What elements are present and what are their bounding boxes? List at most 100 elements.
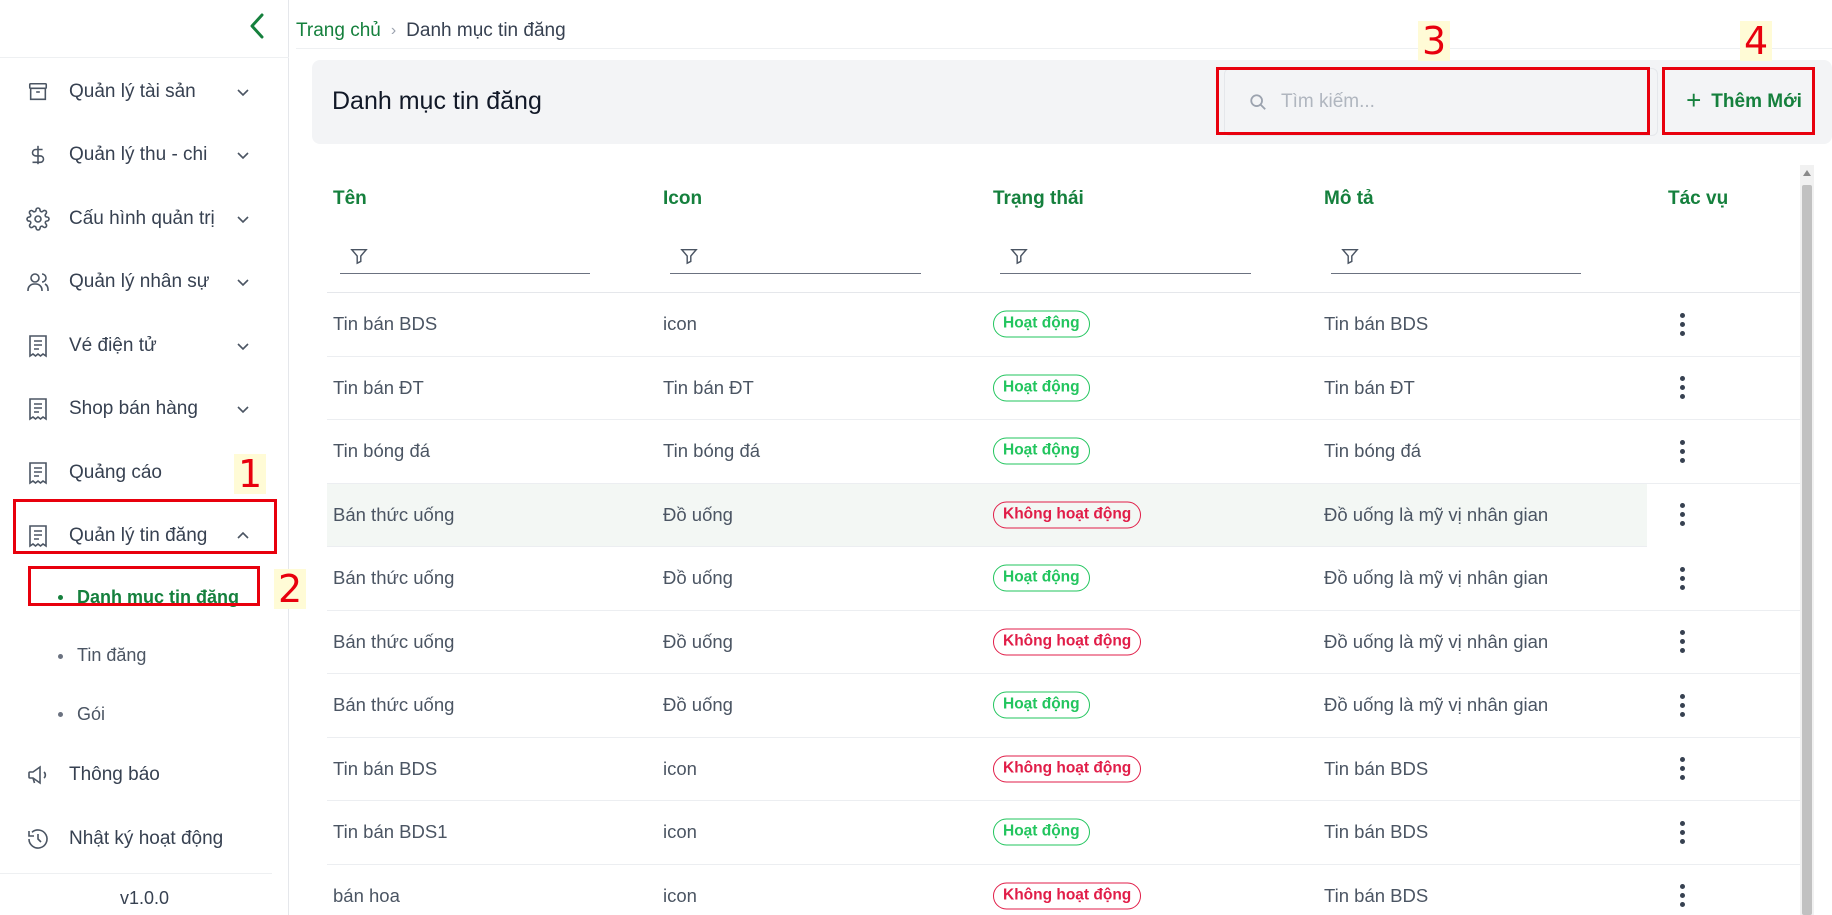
row-actions-button[interactable] — [1667, 368, 1697, 408]
table-row[interactable]: Bán thức uống Đồ uống Hoạt động Đồ uống là … — [327, 674, 1800, 738]
cell-description: Tin bán BDS — [1324, 757, 1429, 779]
column-header-status[interactable]: Trạng thái — [993, 188, 1084, 210]
megaphone-icon — [26, 763, 50, 787]
table-row[interactable]: Bán thức uống Đồ uống Hoạt động Đồ uống là … — [327, 547, 1800, 611]
sidebar-subitem-packages[interactable]: Gói — [0, 685, 289, 744]
sidebar-item-admin-config[interactable]: Cấu hình quản trị — [0, 187, 289, 251]
breadcrumb: Trang chủ › Danh mục tin đăng — [296, 20, 566, 42]
status-badge: Hoạt động — [993, 818, 1090, 846]
table-header: Tên Icon Trạng thái Mô tả Tác vụ — [327, 160, 1800, 293]
sidebar-item-label: Quản lý thu - chi — [69, 144, 208, 166]
divider — [0, 873, 272, 874]
cell-description: Tin bóng đá — [1324, 440, 1422, 462]
sidebar-subitem-posts[interactable]: Tin đăng — [0, 627, 289, 686]
row-actions-button[interactable] — [1667, 558, 1697, 598]
column-header-description[interactable]: Mô tả — [1324, 188, 1374, 210]
table-row[interactable]: Tin bán BDS1 icon Hoạt động Tin bán BDS — [327, 801, 1800, 865]
table-row[interactable]: Bán thức uống Đồ uống Không hoạt động Đồ uố… — [327, 483, 1685, 547]
collapse-sidebar-button[interactable] — [242, 10, 272, 42]
sidebar-subitem-label: Tin đăng — [77, 645, 147, 666]
more-vertical-icon — [1679, 312, 1685, 336]
sidebar-item-hr[interactable]: Quản lý nhân sự — [0, 251, 289, 315]
chevron-down-icon — [237, 216, 249, 223]
more-vertical-icon — [1679, 630, 1685, 654]
cell-description: Tin bán BDS — [1324, 313, 1429, 335]
status-badge: Hoạt động — [993, 374, 1090, 402]
sidebar-subitem-label: Danh mục tin đăng — [77, 586, 239, 607]
table-row[interactable]: Tin bóng đá Tin bóng đá Hoạt động Tin bóng … — [327, 420, 1800, 484]
sidebar-item-shop[interactable]: Shop bán hàng — [0, 378, 289, 442]
receipt-icon — [26, 524, 50, 548]
add-new-button[interactable]: + Thêm Mới — [1674, 72, 1814, 132]
cell-status: Không hoạt động — [993, 501, 1142, 529]
cell-status: Hoạt động — [993, 437, 1090, 465]
status-badge: Không hoạt động — [993, 882, 1142, 910]
table-row[interactable]: Bán thức uống Đồ uống Không hoạt động Đồ uố… — [327, 611, 1800, 674]
cell-name: Bán thức uống — [333, 503, 455, 525]
breadcrumb-current: Danh mục tin đăng — [406, 20, 566, 41]
cell-status: Không hoạt động — [993, 755, 1142, 783]
sidebar-item-finance[interactable]: Quản lý thu - chi — [0, 124, 289, 188]
cell-icon: Đồ uống — [663, 694, 733, 716]
row-actions-button[interactable] — [1667, 495, 1697, 535]
annotation-label-4: 4 — [1740, 21, 1773, 61]
receipt-icon — [26, 334, 50, 358]
sidebar-subitem-category[interactable]: Danh mục tin đăng — [0, 568, 289, 627]
page-header: Danh mục tin đăng + Thêm Mới — [312, 60, 1832, 144]
scrollbar-thumb[interactable] — [1802, 185, 1812, 915]
filter-icon-column[interactable] — [670, 238, 921, 274]
filter-description[interactable] — [1331, 238, 1581, 274]
users-icon — [26, 270, 50, 294]
table-row[interactable]: Tin bán ĐT Tin bán ĐT Hoạt động Tin bán ĐT — [327, 357, 1800, 420]
column-header-icon[interactable]: Icon — [663, 188, 702, 210]
table-row[interactable]: Tin bán BDS icon Không hoạt động Tin bán BD… — [327, 738, 1800, 801]
cell-icon: icon — [663, 884, 697, 906]
cell-status: Không hoạt động — [993, 882, 1142, 910]
filter-status[interactable] — [1000, 238, 1251, 274]
search-field[interactable] — [1224, 68, 1658, 136]
chevron-down-icon — [237, 152, 249, 160]
sidebar-item-e-ticket[interactable]: Vé điện tử — [0, 314, 289, 378]
column-header-name[interactable]: Tên — [333, 188, 367, 210]
cell-icon: icon — [663, 313, 697, 335]
chevron-down-icon — [237, 406, 249, 414]
row-actions-button[interactable] — [1667, 685, 1697, 725]
breadcrumb-home-link[interactable]: Trang chủ — [296, 20, 381, 42]
sidebar-item-listings[interactable]: Quản lý tin đăng — [0, 505, 289, 569]
row-actions-button[interactable] — [1667, 812, 1697, 852]
cell-name: Tin bán BDS — [333, 757, 438, 779]
sidebar-item-activity-log[interactable]: Nhật ký hoạt động — [0, 807, 289, 871]
cell-status: Hoạt động — [993, 310, 1090, 338]
filter-name[interactable] — [340, 238, 590, 274]
sidebar-item-asset[interactable]: Quản lý tài sản — [0, 60, 289, 124]
table-row[interactable]: bán hoa icon Không hoạt động Tin bán BDS — [327, 865, 1800, 915]
cell-status: Hoạt động — [993, 818, 1090, 846]
divider — [0, 57, 289, 58]
sidebar-item-notifications[interactable]: Thông báo — [0, 744, 289, 808]
row-actions-button[interactable] — [1667, 749, 1697, 789]
row-actions-button[interactable] — [1667, 876, 1697, 915]
scroll-up-arrow-icon[interactable] — [1803, 170, 1811, 176]
row-actions-button[interactable] — [1667, 622, 1697, 662]
bullet-icon — [58, 712, 63, 718]
divider — [296, 48, 1832, 49]
row-actions-button[interactable] — [1667, 431, 1697, 471]
cell-name: Bán thức uống — [333, 567, 455, 589]
row-actions-button[interactable] — [1667, 304, 1697, 344]
search-input[interactable] — [1281, 91, 1641, 113]
sidebar-item-label: Quản lý tài sản — [69, 80, 196, 102]
table-row[interactable]: Tin bán BDS icon Hoạt động Tin bán BDS — [327, 293, 1800, 357]
cell-description: Tin bán BDS — [1324, 884, 1429, 906]
filter-icon — [1010, 248, 1028, 264]
cell-status: Hoạt động — [993, 564, 1090, 592]
search-icon — [1250, 94, 1266, 110]
status-badge: Không hoạt động — [993, 628, 1142, 656]
bullet-icon — [58, 653, 63, 659]
status-badge: Không hoạt động — [993, 501, 1142, 529]
chevron-down-icon — [237, 343, 249, 350]
status-badge: Hoạt động — [993, 437, 1090, 465]
dollar-icon — [26, 143, 50, 167]
more-vertical-icon — [1679, 757, 1685, 781]
annotation-label-3: 3 — [1418, 21, 1451, 61]
vertical-scrollbar[interactable] — [1800, 165, 1814, 915]
